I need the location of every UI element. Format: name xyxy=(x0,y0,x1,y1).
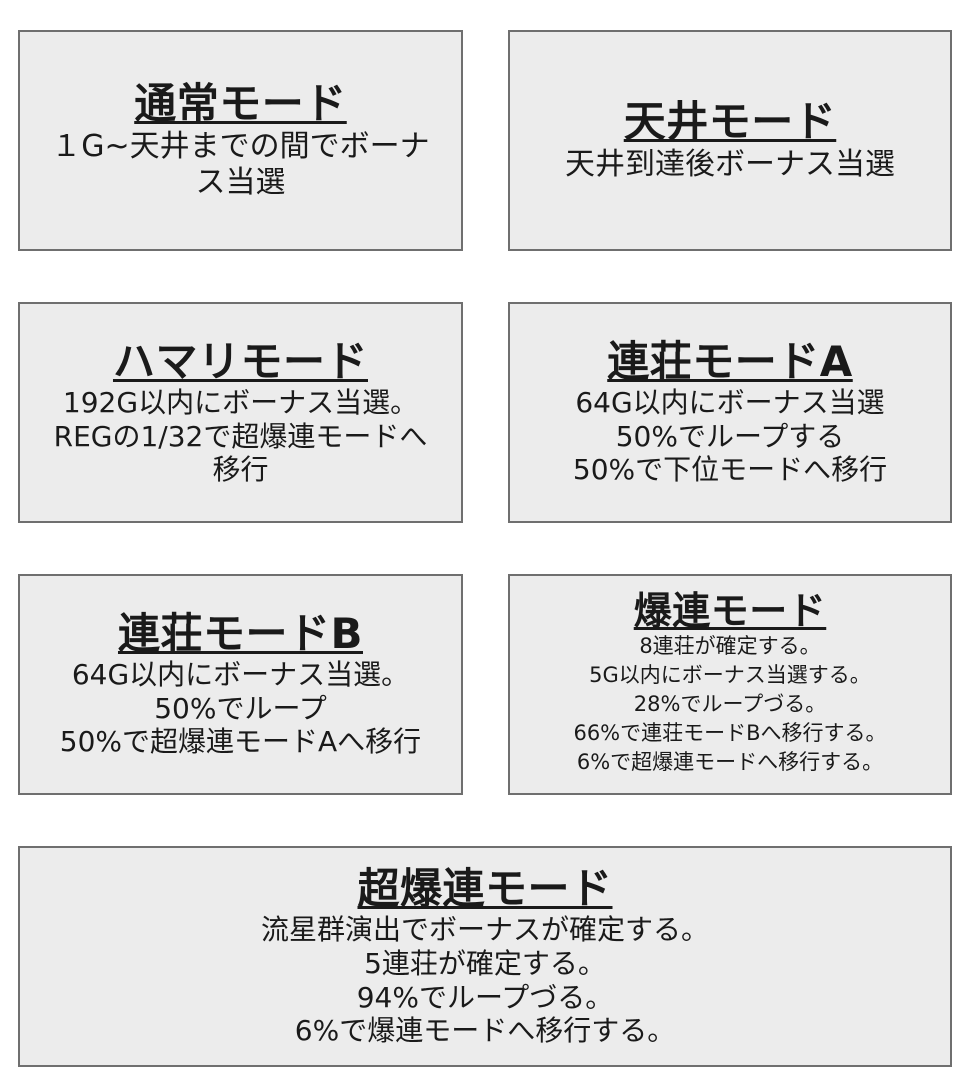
mode-box-normal: 通常モード １G~天井までの間でボーナス当選 xyxy=(18,30,463,251)
description-line: 50%でループする xyxy=(615,419,845,453)
description-line: 66%で連荘モードBへ移行する。 xyxy=(573,720,887,745)
description-line: 28%でループづる。 xyxy=(633,691,827,716)
description-line: 8連荘が確定する。 xyxy=(639,634,821,659)
description-line: 流星群演出でボーナスが確定する。 xyxy=(260,913,709,947)
description-line: 64G以内にボーナス当選 xyxy=(575,386,885,420)
description-line: １G~天井までの間でボーナス当選 xyxy=(51,128,430,200)
mode-title: ハマリモード xyxy=(112,336,368,386)
mode-box-bakuren: 爆連モード 8連荘が確定する。 5G以内にボーナス当選する。 28%でループづる… xyxy=(508,574,952,795)
mode-box-hamari: ハマリモード 192G以内にボーナス当選。REGの1/32で超爆連モードへ移行 xyxy=(18,302,463,523)
mode-box-renso-b: 連荘モードB 64G以内にボーナス当選。 50%でループ 50%で超爆連モードA… xyxy=(18,574,463,795)
mode-title: 超爆連モード xyxy=(357,864,613,914)
description-line: 6%で超爆連モードへ移行する。 xyxy=(576,749,884,774)
mode-description: 192G以内にボーナス当選。REGの1/32で超爆連モードへ移行 xyxy=(41,386,441,487)
mode-description: 8連荘が確定する。 5G以内にボーナス当選する。 28%でループづる。 66%で… xyxy=(573,632,886,777)
description-line: 5G以内にボーナス当選する。 xyxy=(589,662,871,687)
description-line: 5連荘が確定する。 xyxy=(364,947,606,981)
mode-box-tenjo: 天井モード 天井到達後ボーナス当選 xyxy=(508,30,952,251)
description-line: 50%で超爆連モードAへ移行 xyxy=(59,725,422,759)
mode-title: 通常モード xyxy=(134,79,347,129)
mode-box-renso-a: 連荘モードA 64G以内にボーナス当選 50%でループする 50%で下位モードへ… xyxy=(508,302,952,523)
mode-title: 連荘モードB xyxy=(117,608,363,658)
description-line: 64G以内にボーナス当選。 xyxy=(71,658,410,692)
mode-box-super-bakuren: 超爆連モード 流星群演出でボーナスが確定する。 5連荘が確定する。 94%でルー… xyxy=(18,846,952,1067)
mode-description: 天井到達後ボーナス当選 xyxy=(565,147,895,183)
mode-description: 64G以内にボーナス当選 50%でループする 50%で下位モードへ移行 xyxy=(573,386,887,487)
mode-title: 天井モード xyxy=(623,97,837,147)
description-line: 天井到達後ボーナス当選 xyxy=(565,146,895,182)
mode-title: 爆連モード xyxy=(633,589,827,634)
description-line: 50%でループ xyxy=(154,691,327,725)
description-line: 192G以内にボーナス当選。REGの1/32で超爆連モードへ移行 xyxy=(53,386,428,487)
mode-description: 流星群演出でボーナスが確定する。 5連荘が確定する。 94%でループづる。 6%… xyxy=(261,913,709,1047)
mode-title: 連荘モードA xyxy=(607,336,853,386)
description-line: 50%で下位モードへ移行 xyxy=(572,453,888,487)
description-line: 94%でループづる。 xyxy=(356,980,614,1014)
mode-description: 64G以内にボーナス当選。 50%でループ 50%で超爆連モードAへ移行 xyxy=(60,658,421,759)
description-line: 6%で爆連モードへ移行する。 xyxy=(294,1014,676,1048)
mode-description: １G~天井までの間でボーナス当選 xyxy=(41,129,441,201)
